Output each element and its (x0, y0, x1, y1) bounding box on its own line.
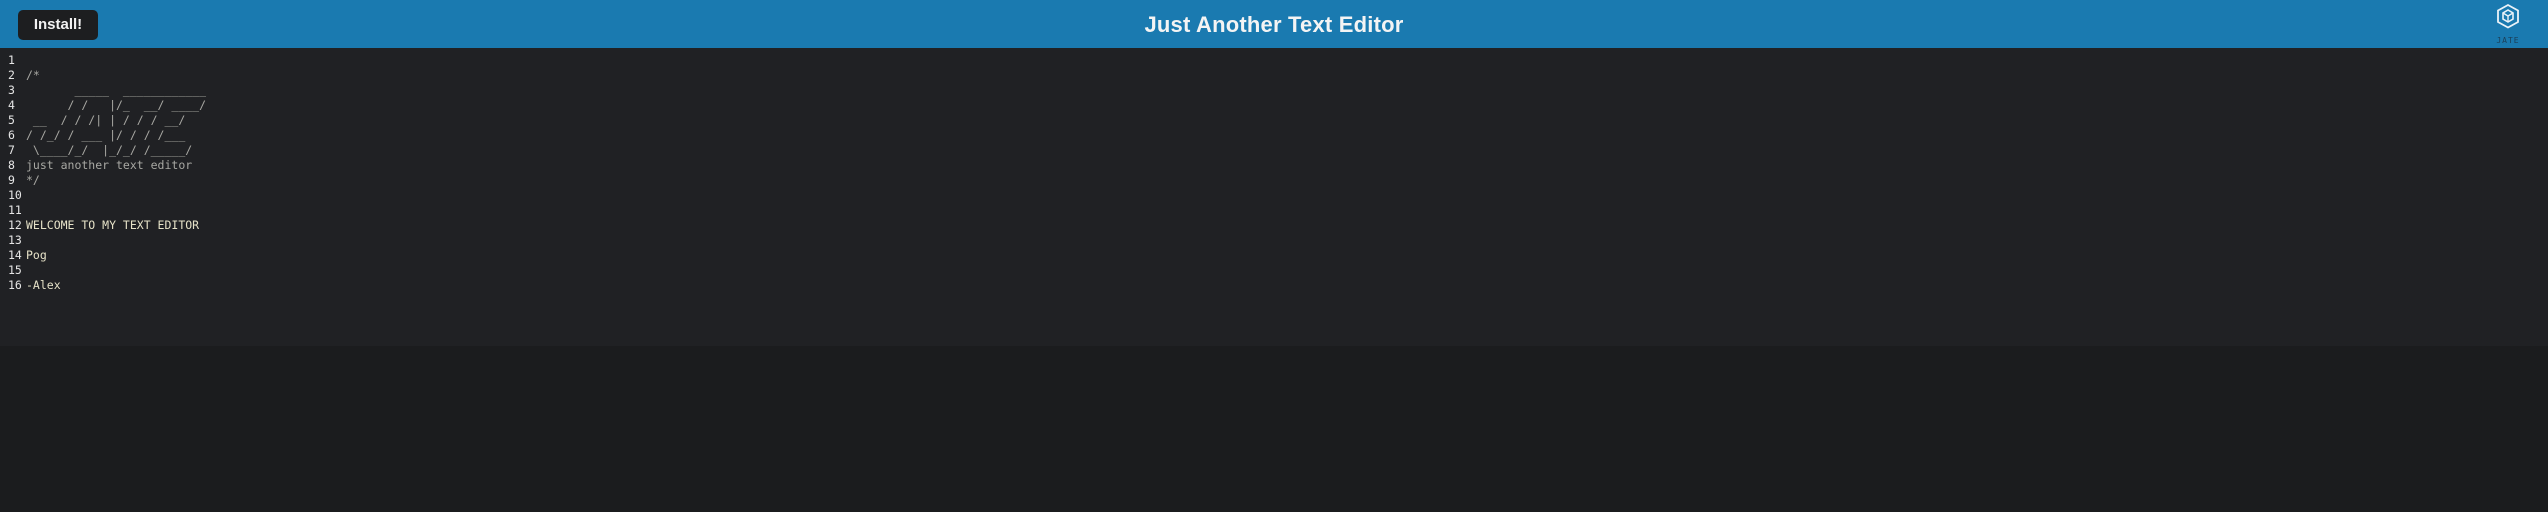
line-text[interactable]: / / |/_ __/ ____/ (26, 98, 206, 113)
line-text[interactable]: /* (26, 68, 40, 83)
line-number: 9 (8, 173, 15, 187)
line-number: 2 (8, 68, 15, 82)
line-number: 14 (8, 248, 22, 262)
code-line[interactable]: 11 (0, 203, 206, 218)
code-line[interactable]: 13 (0, 233, 206, 248)
line-text[interactable]: __ / / /| | / / / __/ (26, 113, 185, 128)
code-line[interactable]: 2 /* (0, 68, 206, 83)
code-line[interactable]: 12 WELCOME TO MY TEXT EDITOR (0, 218, 206, 233)
line-text[interactable]: \____/_/ |_/_/ /_____/ (26, 143, 192, 158)
code-line[interactable]: 8 just another text editor (0, 158, 206, 173)
code-line[interactable]: 9 */ (0, 173, 206, 188)
line-text[interactable]: / /_/ / ___ |/ / / /___ (26, 128, 185, 143)
line-number: 7 (8, 143, 15, 157)
code-line[interactable]: 1 (0, 53, 206, 68)
line-number: 8 (8, 158, 15, 172)
code-line[interactable]: 15 (0, 263, 206, 278)
code-line[interactable]: 7 \____/_/ |_/_/ /_____/ (0, 143, 206, 158)
line-number: 5 (8, 113, 15, 127)
line-text[interactable]: */ (26, 173, 40, 188)
line-number: 6 (8, 128, 15, 142)
code-line[interactable]: 6 / /_/ / ___ |/ / / /___ (0, 128, 206, 143)
code-editor[interactable]: 1 2/* 3 _____ ____________ 4 / / |/_ __/ __… (0, 48, 2548, 346)
install-button[interactable]: Install! (18, 10, 98, 40)
line-number: 3 (8, 83, 15, 97)
jate-cube-logo-icon: JATE (2486, 3, 2530, 47)
code-line[interactable]: 3 _____ ____________ (0, 83, 206, 98)
line-number: 16 (8, 278, 22, 292)
logo-text: JATE (2496, 36, 2520, 45)
line-text[interactable]: WELCOME TO MY TEXT EDITOR (26, 218, 199, 233)
code-line[interactable]: 14 Pog (0, 248, 206, 263)
line-text[interactable]: Pog (26, 248, 47, 263)
line-number: 1 (8, 53, 15, 67)
line-number: 11 (8, 203, 22, 217)
code-line[interactable]: 4 / / |/_ __/ ____/ (0, 98, 206, 113)
code-line[interactable]: 16 -Alex (0, 278, 206, 293)
page-background (0, 346, 2548, 512)
line-text[interactable]: -Alex (26, 278, 61, 293)
line-number: 12 (8, 218, 22, 232)
line-number: 15 (8, 263, 22, 277)
code-lines[interactable]: 1 2/* 3 _____ ____________ 4 / / |/_ __/ __… (0, 53, 206, 293)
code-line[interactable]: 5 __ / / /| | / / / __/ (0, 113, 206, 128)
line-number: 4 (8, 98, 15, 112)
line-text[interactable]: _____ ____________ (26, 83, 206, 98)
navbar: Just Another Text Editor Install! JATE (0, 0, 2548, 48)
code-line[interactable]: 10 (0, 188, 206, 203)
line-number: 13 (8, 233, 22, 247)
line-text[interactable]: just another text editor (26, 158, 192, 173)
line-number: 10 (8, 188, 22, 202)
app-title: Just Another Text Editor (1144, 12, 1404, 37)
